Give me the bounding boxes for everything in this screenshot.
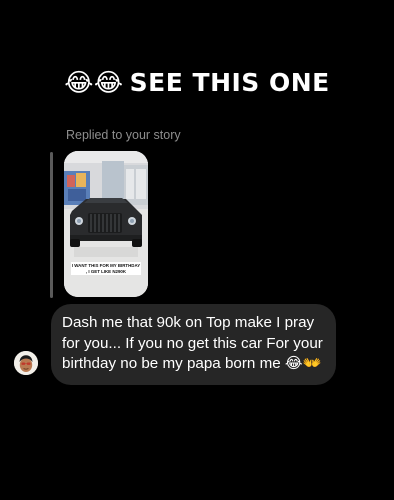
story-caption: 😂😂 SEE THIS ONE [0,68,394,97]
message-bubble[interactable]: Dash me that 90k on Top make I pray for … [51,304,336,385]
reply-indicator-bar [50,152,53,298]
memoji-avatar-icon [14,351,38,375]
story-overlay-text: I WANT THIS FOR MY BIRTHDAY , I GET LIKE… [71,262,141,276]
story-thumbnail[interactable]: I WANT THIS FOR MY BIRTHDAY , I GET LIKE… [64,151,148,297]
avatar[interactable] [14,351,38,375]
message-text: Dash me that 90k on Top make I pray for … [62,314,323,372]
laughing-emoji-icons: 😂😂 [64,68,124,97]
caption-text: SEE THIS ONE [129,68,330,97]
replied-to-story-label: Replied to your story [66,128,181,142]
